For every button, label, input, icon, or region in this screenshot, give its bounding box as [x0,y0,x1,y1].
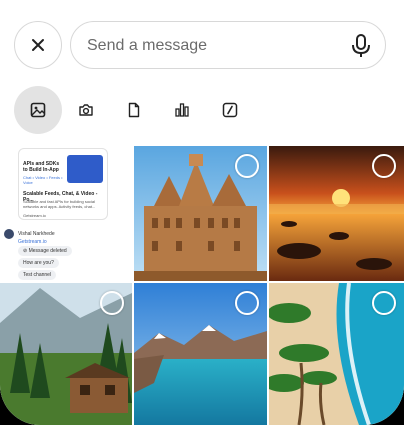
avatar [4,229,14,239]
card-subtitle: Chat • Video • Feeds • Voice [23,175,63,185]
chat-screenshot-thumbnail[interactable]: APIs and SDKs to Build In-App Chat • Vid… [0,146,132,281]
tab-files[interactable] [110,86,158,134]
select-circle[interactable] [372,291,396,315]
tab-commands[interactable] [206,86,254,134]
mountain-cabin-photo[interactable] [0,283,132,425]
sunset-beach-photo[interactable] [269,146,404,281]
camera-icon [79,104,93,116]
user-name: Vishal Narkhede [18,231,55,237]
select-circle[interactable] [372,154,396,178]
mountain-lake-photo[interactable] [134,283,267,425]
attachment-tabs [14,86,374,134]
message-bubble: Test channel [18,270,57,280]
tropical-beach-photo[interactable] [269,283,404,425]
phone-mockup-image [67,155,103,183]
card-title: APIs and SDKs to Build In-App [23,161,60,173]
microphone-icon[interactable] [351,34,371,58]
tab-gallery[interactable] [14,86,62,134]
message-input[interactable] [87,35,327,57]
image-icon [30,102,46,118]
card-description: Scalable and fast APIs for building soci… [23,199,96,209]
temple-photo[interactable] [134,146,267,281]
composer-bar [14,18,388,72]
card-link: Getstream.io [23,213,46,218]
photo-grid: APIs and SDKs to Build In-App Chat • Vid… [0,146,404,425]
select-circle[interactable] [235,291,259,315]
tab-camera[interactable] [62,86,110,134]
deleted-text: Message deleted [28,248,67,254]
select-circle[interactable] [235,154,259,178]
message-bubble: How are you? [18,258,59,268]
deleted-message-bubble: ⊘ Message deleted [18,246,72,256]
file-icon [128,102,140,118]
link-preview-card: APIs and SDKs to Build In-App Chat • Vid… [18,148,108,220]
bar-chart-icon [175,103,189,117]
slash-command-icon [222,102,238,118]
attachment-picker-screen: APIs and SDKs to Build In-App Chat • Vid… [0,0,404,425]
message-field[interactable] [70,21,386,69]
tab-poll[interactable] [158,86,206,134]
close-button[interactable] [14,21,62,69]
select-circle[interactable] [100,291,124,315]
link-text: Getstream.io [18,239,47,245]
close-icon [32,39,44,51]
